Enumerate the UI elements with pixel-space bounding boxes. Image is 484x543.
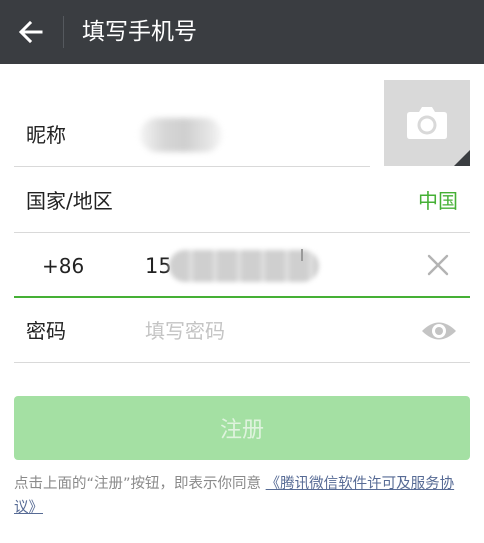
password-label: 密码 xyxy=(26,319,66,343)
country-label: 国家/地区 xyxy=(26,189,113,213)
agreement-text: 点击上面的“注册”按钮，即表示你同意 xyxy=(14,476,262,492)
agreement-notice: 点击上面的“注册”按钮，即表示你同意 《腾讯微信软件许可及服务协议》 xyxy=(14,472,474,520)
back-button[interactable] xyxy=(0,0,62,64)
divider xyxy=(14,362,470,363)
nickname-label: 昵称 xyxy=(26,123,66,147)
header-divider xyxy=(63,16,64,48)
clear-phone-button[interactable] xyxy=(424,251,452,279)
camera-icon xyxy=(407,107,447,139)
phone-number-redacted xyxy=(169,250,319,282)
close-icon xyxy=(427,254,449,276)
country-selector[interactable]: 中国 xyxy=(418,188,458,214)
eye-icon xyxy=(422,322,456,340)
password-input[interactable] xyxy=(145,316,405,346)
page-title: 填写手机号 xyxy=(82,19,197,45)
avatar-corner-mark xyxy=(454,150,470,166)
phone-number-prefix: 15 xyxy=(145,254,172,278)
avatar-picker[interactable] xyxy=(384,80,470,166)
divider xyxy=(14,166,370,167)
text-caret xyxy=(301,249,303,261)
phone-input[interactable]: 15 xyxy=(145,245,325,287)
register-button[interactable]: 注册 xyxy=(14,396,470,460)
phone-input-underline xyxy=(14,296,470,298)
toggle-password-visibility[interactable] xyxy=(420,318,458,344)
nickname-input[interactable] xyxy=(140,118,222,152)
top-bar: 填写手机号 xyxy=(0,0,484,64)
country-code[interactable]: +86 xyxy=(42,253,84,279)
arrow-left-icon xyxy=(18,20,43,44)
divider xyxy=(14,232,470,233)
